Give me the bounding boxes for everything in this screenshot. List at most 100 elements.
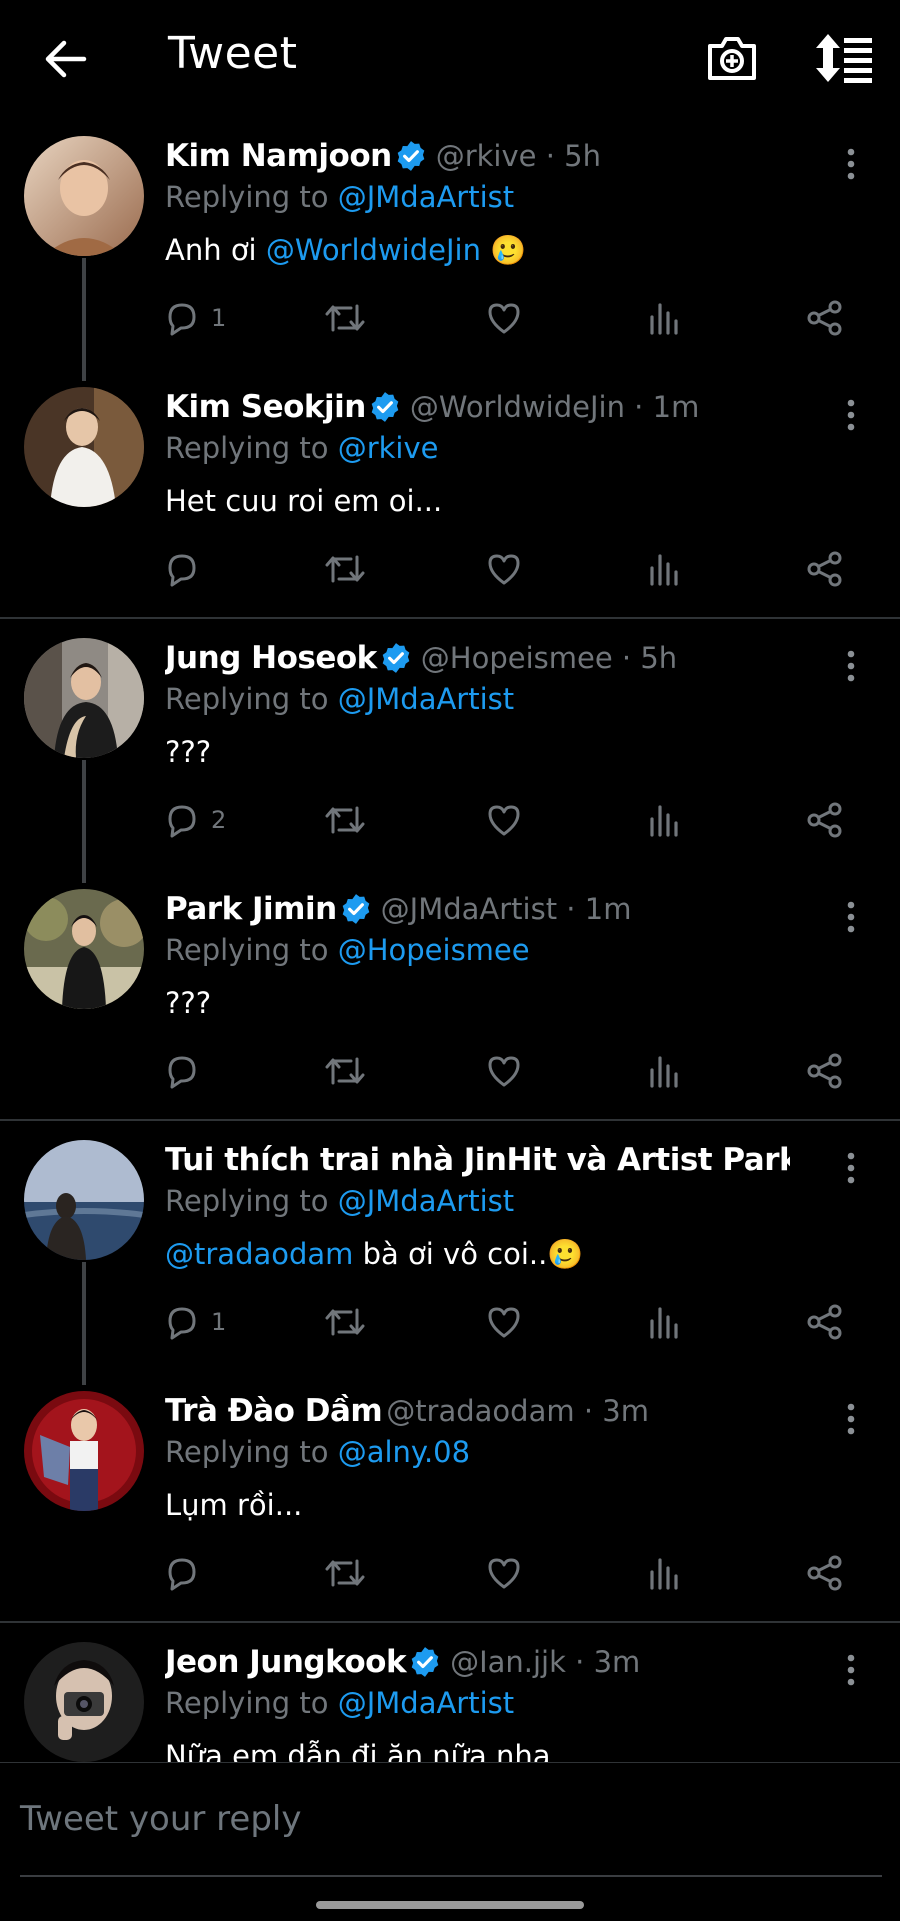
reply-count: 2 [211,806,227,834]
share-icon [807,551,842,587]
share-icon [807,1304,842,1340]
retweet-button[interactable] [324,1051,366,1091]
author-name[interactable]: Park Jimin [165,891,337,927]
reply-button[interactable] [163,1553,211,1593]
bar-chart-icon [650,805,678,837]
mention-link[interactable]: @WorldwideJin [266,233,481,267]
reply-to-handle-link[interactable]: @JMdaArtist [338,1184,514,1218]
replying-to-line: Replying to @rkive [165,431,439,465]
like-button[interactable] [485,1553,523,1593]
retweet-button[interactable] [324,1553,366,1593]
like-button[interactable] [485,549,523,589]
tweet[interactable]: Kim Namjoon @rkive · 5h Replying to @JMda… [0,130,900,381]
camera-button[interactable] [704,30,760,86]
reply-button[interactable] [163,549,211,589]
replying-to-line: Replying to @JMdaArtist [165,682,515,716]
views-button[interactable] [647,298,681,338]
more-options-button[interactable] [836,899,866,935]
more-options-button[interactable] [836,397,866,433]
author-name[interactable]: Tui thích trai nhà JinHit và Artist Park… [165,1142,790,1178]
more-vertical-icon [847,148,855,180]
thread-divider [0,1621,900,1623]
tweet[interactable]: Park Jimin @JMdaArtist · 1m Replying to @… [0,883,900,1134]
reply-count: 1 [211,304,227,332]
reply-icon [168,1558,196,1591]
sort-button[interactable] [814,30,874,86]
reply-to-handle-link[interactable]: @JMdaArtist [338,682,514,716]
avatar[interactable] [24,136,144,256]
tweet[interactable]: Tui thích trai nhà JinHit và Artist Park… [0,1134,900,1385]
top-bar: Tweet [0,0,900,118]
tweet-text: Anh ơi @WorldwideJin 🥲 [165,233,527,267]
avatar[interactable] [24,1391,144,1511]
reply-to-handle-link[interactable]: @JMdaArtist [338,1686,514,1720]
views-button[interactable] [647,1302,681,1342]
tweet-actions [0,1553,900,1593]
share-button[interactable] [806,800,844,840]
more-vertical-icon [847,650,855,682]
reply-button[interactable]: 1 [163,298,226,338]
more-options-button[interactable] [836,1150,866,1186]
author-name[interactable]: Jeon Jungkook [165,1644,407,1680]
like-button[interactable] [485,1302,523,1342]
tweet[interactable]: Trà Đào Dầm @tradaodam · 3m Replying to @… [0,1385,900,1636]
mention-link[interactable]: @tradaodam [165,1237,353,1271]
tweet[interactable]: Kim Seokjin @WorldwideJin · 1m Replying t… [0,381,900,632]
back-button[interactable] [40,34,90,84]
avatar[interactable] [24,638,144,758]
retweet-icon [325,806,365,834]
reply-button[interactable]: 2 [163,800,226,840]
tweet-text: Het cuu roi em oi... [165,484,443,518]
reply-to-handle-link[interactable]: @alny.08 [338,1435,470,1469]
avatar[interactable] [24,387,144,507]
thread-divider [0,617,900,619]
share-button[interactable] [806,298,844,338]
retweet-button[interactable] [324,549,366,589]
tweet[interactable]: Jeon Jungkook @Ian.jjk · 3m Replying to @… [0,1636,900,1762]
author-name[interactable]: Jung Hoseok [165,640,377,676]
tweet-text: ??? [165,986,212,1020]
share-button[interactable] [806,1553,844,1593]
reply-feed: Kim Namjoon @rkive · 5h Replying to @JMda… [0,130,900,1762]
like-button[interactable] [485,1051,523,1091]
author-name[interactable]: Kim Namjoon [165,138,392,174]
reply-icon [168,554,196,587]
views-button[interactable] [647,1553,681,1593]
reply-button[interactable]: 1 [163,1302,226,1342]
views-button[interactable] [647,800,681,840]
views-button[interactable] [647,1051,681,1091]
retweet-button[interactable] [324,1302,366,1342]
author-handle: @JMdaArtist · 1m [380,892,632,926]
more-options-button[interactable] [836,1652,866,1688]
more-options-button[interactable] [836,1401,866,1437]
reply-to-handle-link[interactable]: @JMdaArtist [338,180,514,214]
reply-to-handle-link[interactable]: @rkive [338,431,439,465]
author-name[interactable]: Trà Đào Dầm [165,1393,383,1429]
tweet[interactable]: Jung Hoseok @Hopeismee · 5h Replying to @… [0,632,900,883]
verified-badge-icon [408,1645,442,1679]
reply-to-handle-link[interactable]: @Hopeismee [338,933,530,967]
avatar[interactable] [24,1642,144,1762]
more-options-button[interactable] [836,648,866,684]
bar-chart-icon [650,1056,678,1088]
avatar[interactable] [24,1140,144,1260]
views-button[interactable] [647,549,681,589]
share-button[interactable] [806,1051,844,1091]
home-indicator[interactable] [316,1901,584,1909]
reply-input[interactable]: Tweet your reply [20,1799,880,1859]
replying-to-line: Replying to @JMdaArtist [165,180,515,214]
like-button[interactable] [485,800,523,840]
retweet-button[interactable] [324,800,366,840]
share-icon [807,1053,842,1089]
verified-badge-icon [379,641,413,675]
author-handle: @Hopeismee · 5h [420,641,678,675]
share-button[interactable] [806,549,844,589]
reply-button[interactable] [163,1051,211,1091]
retweet-button[interactable] [324,298,366,338]
more-options-button[interactable] [836,146,866,182]
share-button[interactable] [806,1302,844,1342]
avatar[interactable] [24,889,144,1009]
like-button[interactable] [485,298,523,338]
author-name[interactable]: Kim Seokjin [165,389,366,425]
heart-icon [488,1558,520,1589]
